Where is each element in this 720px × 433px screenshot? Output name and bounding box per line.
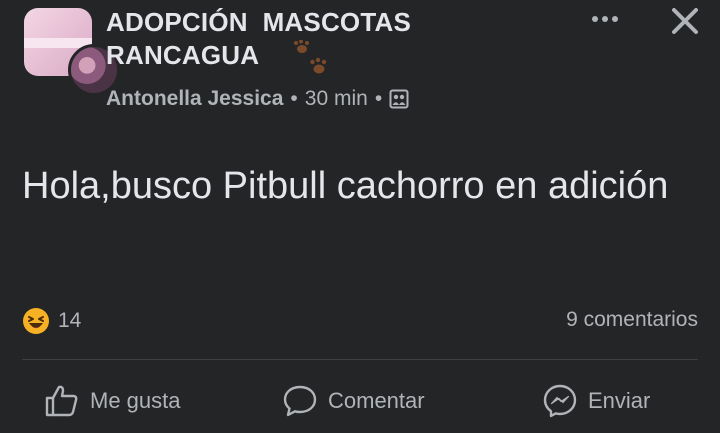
speech-bubble-icon: [283, 385, 317, 417]
like-button[interactable]: Me gusta: [44, 374, 181, 428]
meta-separator: •: [374, 87, 383, 110]
group-members-icon: [389, 89, 409, 109]
avatar-stack[interactable]: [24, 8, 120, 96]
comment-label: Comentar: [328, 388, 425, 413]
reaction-summary[interactable]: 14: [22, 306, 81, 336]
author-name[interactable]: Antonella Jessica: [106, 87, 283, 111]
divider: [22, 359, 698, 360]
post-text: Hola,busco Pitbull cachorro en adición: [22, 165, 669, 207]
paw-prints-icon: [294, 40, 327, 74]
more-dot: [612, 16, 618, 22]
haha-reaction-icon: [23, 308, 49, 334]
more-dot: [602, 16, 608, 22]
like-label: Me gusta: [90, 388, 181, 413]
post-header: ADOPCIÓN MASCOTAS RANCAGUA Antonella Jes…: [0, 0, 720, 125]
comment-button[interactable]: Comentar: [282, 374, 425, 428]
close-icon[interactable]: [668, 4, 702, 38]
send-label: Enviar: [588, 388, 651, 413]
messenger-icon: [543, 384, 577, 418]
meta-separator: •: [290, 87, 298, 110]
post-time[interactable]: 30 min: [305, 87, 368, 111]
more-dot: [592, 16, 598, 22]
post-meta: Antonella Jessica • 30 min •: [106, 86, 409, 112]
send-button[interactable]: Enviar: [542, 374, 650, 428]
thumbs-up-icon: [45, 385, 78, 417]
action-bar: Me gusta Comentar Enviar: [0, 374, 720, 428]
reaction-count: 14: [58, 309, 82, 332]
more-options-button[interactable]: [587, 6, 623, 32]
comments-count[interactable]: 9 comentarios: [566, 308, 698, 332]
